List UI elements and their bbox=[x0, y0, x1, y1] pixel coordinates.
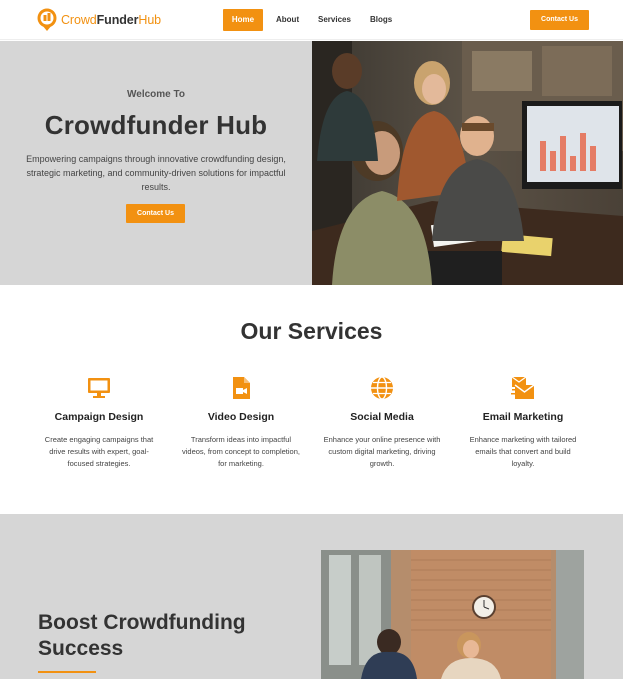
header-contact-button[interactable]: Contact Us bbox=[530, 10, 589, 30]
boost-title: Boost Crowdfunding Success bbox=[38, 611, 246, 660]
email-marketing-icon bbox=[511, 376, 535, 399]
nav-home[interactable]: Home bbox=[223, 9, 263, 31]
hero-eyebrow: Welcome To bbox=[127, 89, 185, 100]
logo[interactable]: CrowdFunderHub bbox=[36, 8, 161, 32]
service-desc-video-design: Transform ideas into impactful videos, f… bbox=[182, 435, 300, 468]
boost-coworking-photo bbox=[321, 550, 584, 679]
service-desc-email-marketing: Enhance marketing with tailored emails t… bbox=[469, 435, 577, 468]
nav-blogs[interactable]: Blogs bbox=[370, 9, 392, 31]
boost-title-underline bbox=[38, 671, 96, 673]
hero-description: Empowering campaigns through innovative … bbox=[26, 154, 286, 192]
service-title-social-media: Social Media bbox=[350, 411, 414, 423]
service-title-video-design: Video Design bbox=[207, 411, 275, 423]
logo-text: CrowdFunderHub bbox=[61, 13, 162, 27]
hero-title: Crowdfunder Hub bbox=[44, 110, 268, 140]
service-title-email-marketing: Email Marketing bbox=[482, 411, 564, 423]
monitor-icon bbox=[88, 378, 110, 398]
service-desc-social-media: Enhance your online presence with custom… bbox=[323, 435, 441, 468]
hero-contact-button[interactable]: Contact Us bbox=[126, 204, 185, 223]
service-desc-campaign-design: Create engaging campaigns that drive res… bbox=[44, 435, 154, 468]
services-title: Our Services bbox=[240, 318, 383, 344]
service-title-campaign-design: Campaign Design bbox=[54, 411, 144, 423]
hero-team-photo bbox=[312, 41, 623, 285]
coworking-illustration bbox=[321, 550, 584, 679]
logo-pin-icon bbox=[37, 8, 57, 31]
nav-services[interactable]: Services bbox=[318, 9, 351, 31]
site-header: CrowdFunderHub Home About Services Blogs… bbox=[0, 0, 623, 40]
nav-about[interactable]: About bbox=[276, 9, 299, 31]
team-meeting-illustration bbox=[312, 41, 623, 285]
globe-icon bbox=[371, 376, 393, 400]
video-file-icon bbox=[233, 377, 250, 399]
